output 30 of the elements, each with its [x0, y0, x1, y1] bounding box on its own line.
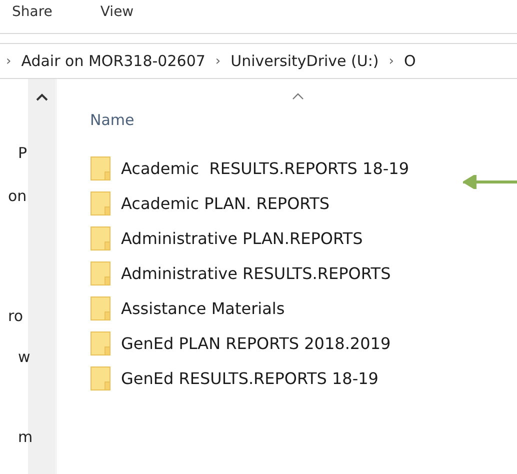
- breadcrumb-item[interactable]: Adair on MOR318-02607: [21, 52, 206, 70]
- scroll-up-icon[interactable]: [36, 93, 48, 101]
- folder-icon: [90, 331, 111, 356]
- navigation-item[interactable]: on: [8, 187, 27, 205]
- folder-icon: [90, 261, 111, 286]
- breadcrumb-separator: ›: [388, 54, 394, 68]
- folder-icon: [90, 191, 111, 216]
- folder-icon: [90, 156, 111, 181]
- arrow-annotation: [463, 175, 517, 189]
- navigation-item[interactable]: P: [18, 144, 28, 162]
- navigation-item[interactable]: w: [18, 348, 30, 366]
- folder-name[interactable]: GenEd PLAN REPORTS 2018.2019: [121, 334, 391, 353]
- folder-icon: [90, 226, 111, 251]
- folder-name[interactable]: Administrative RESULTS.REPORTS: [121, 264, 391, 283]
- breadcrumb-item[interactable]: O: [404, 52, 416, 70]
- navigation-item[interactable]: ro: [8, 307, 24, 325]
- folder-name[interactable]: Assistance Materials: [121, 299, 285, 318]
- column-header[interactable]: Name: [90, 111, 134, 129]
- breadcrumb-separator: ›: [6, 54, 12, 68]
- navigation-item[interactable]: m: [18, 428, 33, 446]
- folder-name[interactable]: Administrative PLAN.REPORTS: [121, 229, 363, 248]
- folder-icon: [90, 296, 111, 321]
- ribbon-tab[interactable]: Share: [12, 4, 52, 20]
- ribbon-tab[interactable]: View: [100, 4, 134, 20]
- folder-name[interactable]: Academic RESULTS.REPORTS 18-19: [121, 159, 410, 178]
- folder-name[interactable]: GenEd RESULTS.REPORTS 18-19: [121, 369, 378, 388]
- breadcrumb-separator: ›: [215, 54, 221, 68]
- breadcrumb-item[interactable]: UniversityDrive (U:): [230, 52, 379, 70]
- folder-icon: [90, 366, 111, 391]
- folder-name[interactable]: Academic PLAN. REPORTS: [121, 194, 330, 213]
